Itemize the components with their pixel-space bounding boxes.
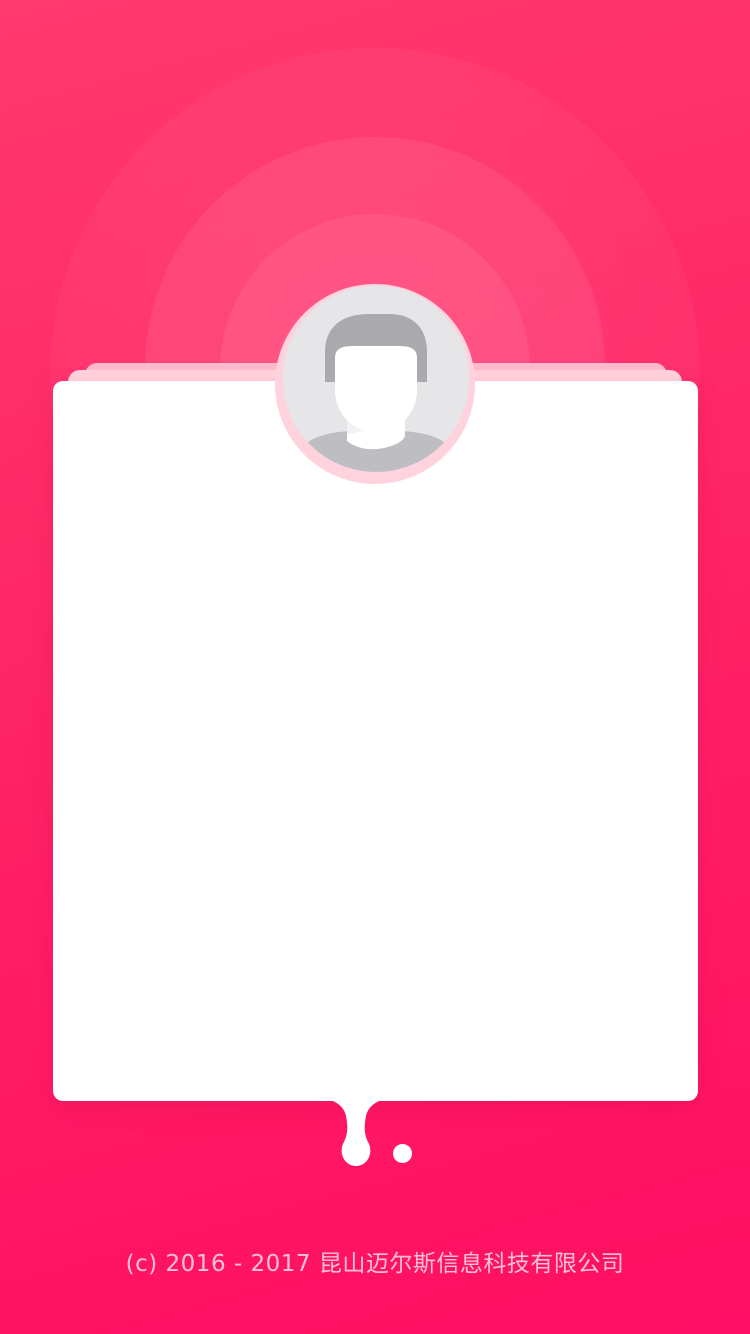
main-card[interactable]: [53, 381, 698, 1101]
user-placeholder-icon: [283, 286, 469, 472]
pager-dot-inactive[interactable]: [393, 1144, 412, 1163]
avatar[interactable]: [283, 286, 469, 472]
pager-dot-active[interactable]: [316, 1098, 396, 1178]
copyright-text: (c) 2016 - 2017 昆山迈尔斯信息科技有限公司: [125, 1251, 625, 1277]
